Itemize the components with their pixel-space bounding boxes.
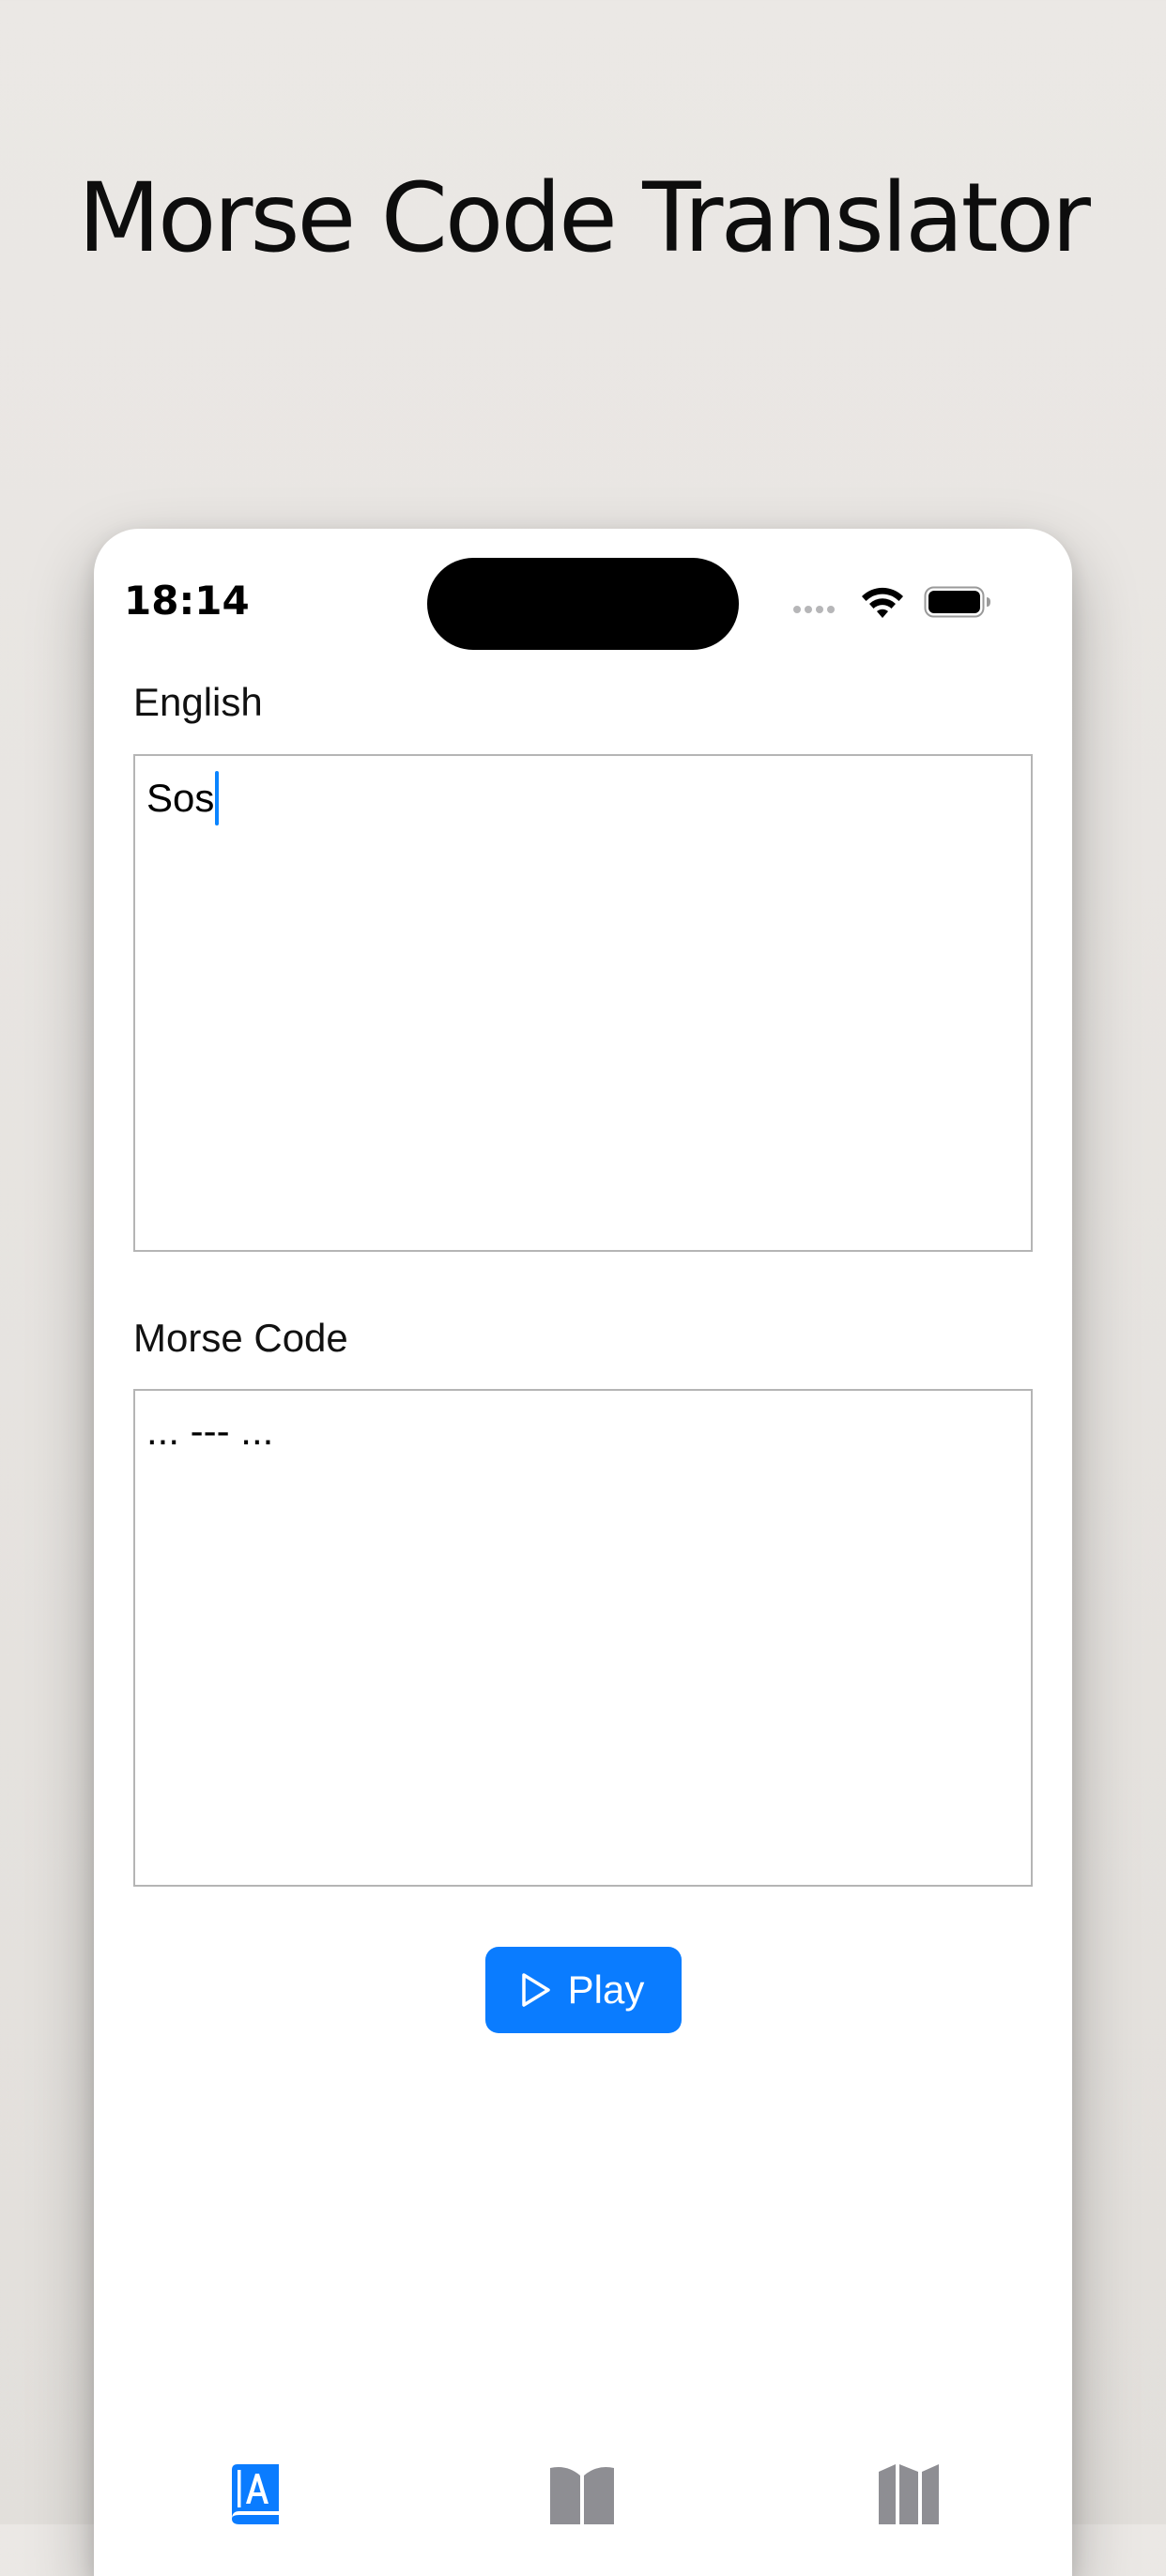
tab-translator[interactable]	[228, 2462, 283, 2524]
english-input-value: Sos	[146, 771, 220, 825]
cellular-signal-icon	[793, 606, 835, 613]
english-input[interactable]: Sos	[133, 754, 1033, 1252]
english-input-text: Sos	[146, 776, 215, 820]
play-icon	[521, 1973, 550, 2007]
map-icon	[879, 2464, 939, 2524]
tab-reference[interactable]	[548, 2462, 616, 2524]
promo-headline: Morse Code Translator	[78, 162, 1091, 274]
status-time: 18:14	[124, 578, 250, 624]
tab-map[interactable]	[877, 2462, 941, 2524]
morse-output-text: ... --- ...	[146, 1409, 274, 1453]
dynamic-island	[427, 558, 739, 650]
morse-code-label: Morse Code	[133, 1316, 348, 1360]
morse-code-output[interactable]: ... --- ...	[133, 1389, 1033, 1887]
english-label: English	[133, 680, 263, 724]
wifi-icon	[862, 587, 903, 618]
play-button[interactable]: Play	[485, 1947, 682, 2033]
morse-output-value: ... --- ...	[146, 1406, 273, 1457]
text-cursor	[215, 771, 220, 825]
open-book-icon	[550, 2467, 614, 2524]
play-button-label: Play	[567, 1967, 645, 2012]
translate-book-icon	[232, 2464, 279, 2524]
battery-icon	[924, 586, 990, 618]
